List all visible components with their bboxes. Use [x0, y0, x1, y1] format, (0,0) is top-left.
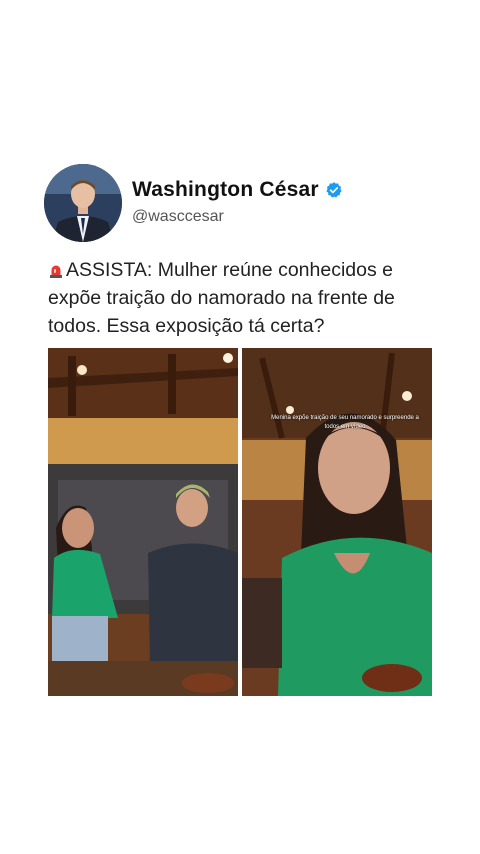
video-frame-left-image	[48, 348, 238, 696]
post-header: Washington César @wasccesar	[44, 164, 444, 244]
post-text-container: ASSISTA: Mulher reúne conhecidos e expõe…	[48, 256, 428, 340]
post-card: Washington César @wasccesar ASSISTA: Mul…	[0, 0, 480, 854]
avatar[interactable]	[44, 164, 122, 242]
video-frame-right-image	[242, 348, 432, 696]
post-text: ASSISTA: Mulher reúne conhecidos e expõe…	[48, 259, 395, 337]
name-row: Washington César	[132, 178, 343, 202]
video-overlay-caption: Menina expõe traição de seu namorado e s…	[271, 415, 419, 430]
verified-badge-icon	[326, 182, 342, 198]
media-grid[interactable]: Menina expõe traição de seu namorado e s…	[48, 348, 432, 696]
author-handle[interactable]: @wasccesar	[132, 208, 224, 226]
author-name[interactable]: Washington César	[132, 178, 319, 202]
video-frame-right[interactable]: Menina expõe traição de seu namorado e s…	[242, 348, 432, 696]
video-frame-left[interactable]	[48, 348, 238, 696]
avatar-image	[44, 164, 122, 242]
siren-icon	[50, 265, 62, 278]
